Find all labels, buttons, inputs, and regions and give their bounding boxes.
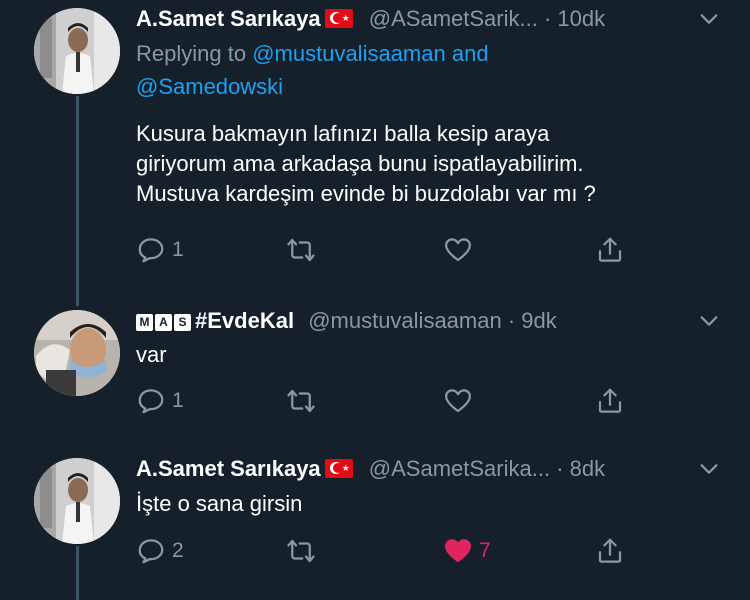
- like-icon: [445, 238, 471, 262]
- replying-prefix: Replying to: [136, 41, 247, 66]
- like-button[interactable]: 7: [443, 536, 491, 566]
- reply-icon: [138, 238, 164, 263]
- like-button[interactable]: [443, 386, 479, 416]
- tweet-text: var: [136, 340, 167, 370]
- retweet-button[interactable]: [286, 235, 322, 265]
- mas-badge: MAS: [136, 314, 191, 331]
- tweet-actions: 2 7: [136, 536, 636, 566]
- handle[interactable]: @ASametSarika...: [369, 456, 550, 481]
- thread-line: [76, 546, 79, 600]
- turkey-flag-icon: ★: [324, 9, 353, 28]
- retweet-icon: [287, 389, 315, 413]
- tweet-actions: 1: [136, 386, 636, 416]
- reply-icon: [138, 539, 164, 564]
- retweet-button[interactable]: [286, 386, 322, 416]
- tweet-text: İşte o sana girsin: [136, 489, 302, 519]
- tweet-text-line: var: [136, 342, 167, 367]
- badge-letter: S: [174, 314, 191, 331]
- tweet-actions: 1: [136, 235, 636, 265]
- reply-count: 2: [172, 539, 184, 562]
- display-name[interactable]: #EvdeKal: [195, 308, 294, 333]
- reply-button[interactable]: 1: [136, 235, 184, 265]
- avatar[interactable]: [34, 8, 120, 94]
- tweet-header: MAS #EvdeKal @mustuvalisaaman · 9dk: [136, 308, 557, 334]
- tweet-header: A.Samet Sarıkaya ★ @ASametSarika... · 8dk: [136, 456, 605, 482]
- timestamp[interactable]: · 8dk: [556, 456, 605, 481]
- avatar[interactable]: [34, 310, 120, 396]
- tweet-text-line: giriyorum ama arkadaşa bunu ispatlayabil…: [136, 151, 584, 176]
- badge-letter: M: [136, 314, 153, 331]
- retweet-button[interactable]: [286, 536, 322, 566]
- share-button[interactable]: [595, 536, 625, 566]
- reply-count: 1: [172, 238, 184, 261]
- display-name[interactable]: A.Samet Sarıkaya: [136, 456, 321, 481]
- replying-and[interactable]: and: [452, 41, 489, 66]
- mention-link[interactable]: @Samedowski: [136, 74, 283, 99]
- retweet-icon: [287, 539, 315, 563]
- share-icon: [598, 237, 622, 262]
- reply-button[interactable]: 2: [136, 536, 184, 566]
- chevron-down-icon[interactable]: [698, 310, 720, 332]
- display-name[interactable]: A.Samet Sarıkaya: [136, 6, 321, 31]
- share-icon: [598, 388, 622, 413]
- avatar[interactable]: [34, 458, 120, 544]
- thread-line: [76, 96, 79, 306]
- chevron-down-icon[interactable]: [698, 8, 720, 30]
- handle[interactable]: @ASametSarik...: [369, 6, 538, 31]
- like-icon: [445, 539, 471, 563]
- like-count: 7: [479, 539, 491, 562]
- reply-button[interactable]: 1: [136, 386, 184, 416]
- timestamp[interactable]: · 10dk: [544, 6, 605, 31]
- mention-link[interactable]: @mustuvalisaaman: [252, 41, 446, 66]
- tweet-text: Kusura bakmayın lafınızı balla kesip ara…: [136, 119, 596, 209]
- reply-icon: [138, 389, 164, 414]
- like-icon: [445, 389, 471, 413]
- tweet-header: A.Samet Sarıkaya ★ @ASametSarik... · 10dk: [136, 6, 605, 32]
- like-button[interactable]: [443, 235, 479, 265]
- share-button[interactable]: [595, 235, 625, 265]
- share-button[interactable]: [595, 386, 625, 416]
- timestamp[interactable]: · 9dk: [508, 308, 557, 333]
- share-icon: [598, 538, 622, 563]
- reply-count: 1: [172, 389, 184, 412]
- handle[interactable]: @mustuvalisaaman: [308, 308, 502, 333]
- tweet-text-line: İşte o sana girsin: [136, 491, 303, 516]
- retweet-icon: [287, 238, 315, 262]
- replying-to: Replying to @mustuvalisaaman and @Samedo…: [136, 37, 489, 103]
- turkey-flag-icon: ★: [324, 459, 353, 478]
- tweet-text-line: Mustuva kardeşim evinde bi buzdolabı var…: [136, 181, 596, 206]
- chevron-down-icon[interactable]: [698, 458, 720, 480]
- badge-letter: A: [155, 314, 172, 331]
- tweet-text-line: Kusura bakmayın lafınızı balla kesip ara…: [136, 121, 550, 146]
